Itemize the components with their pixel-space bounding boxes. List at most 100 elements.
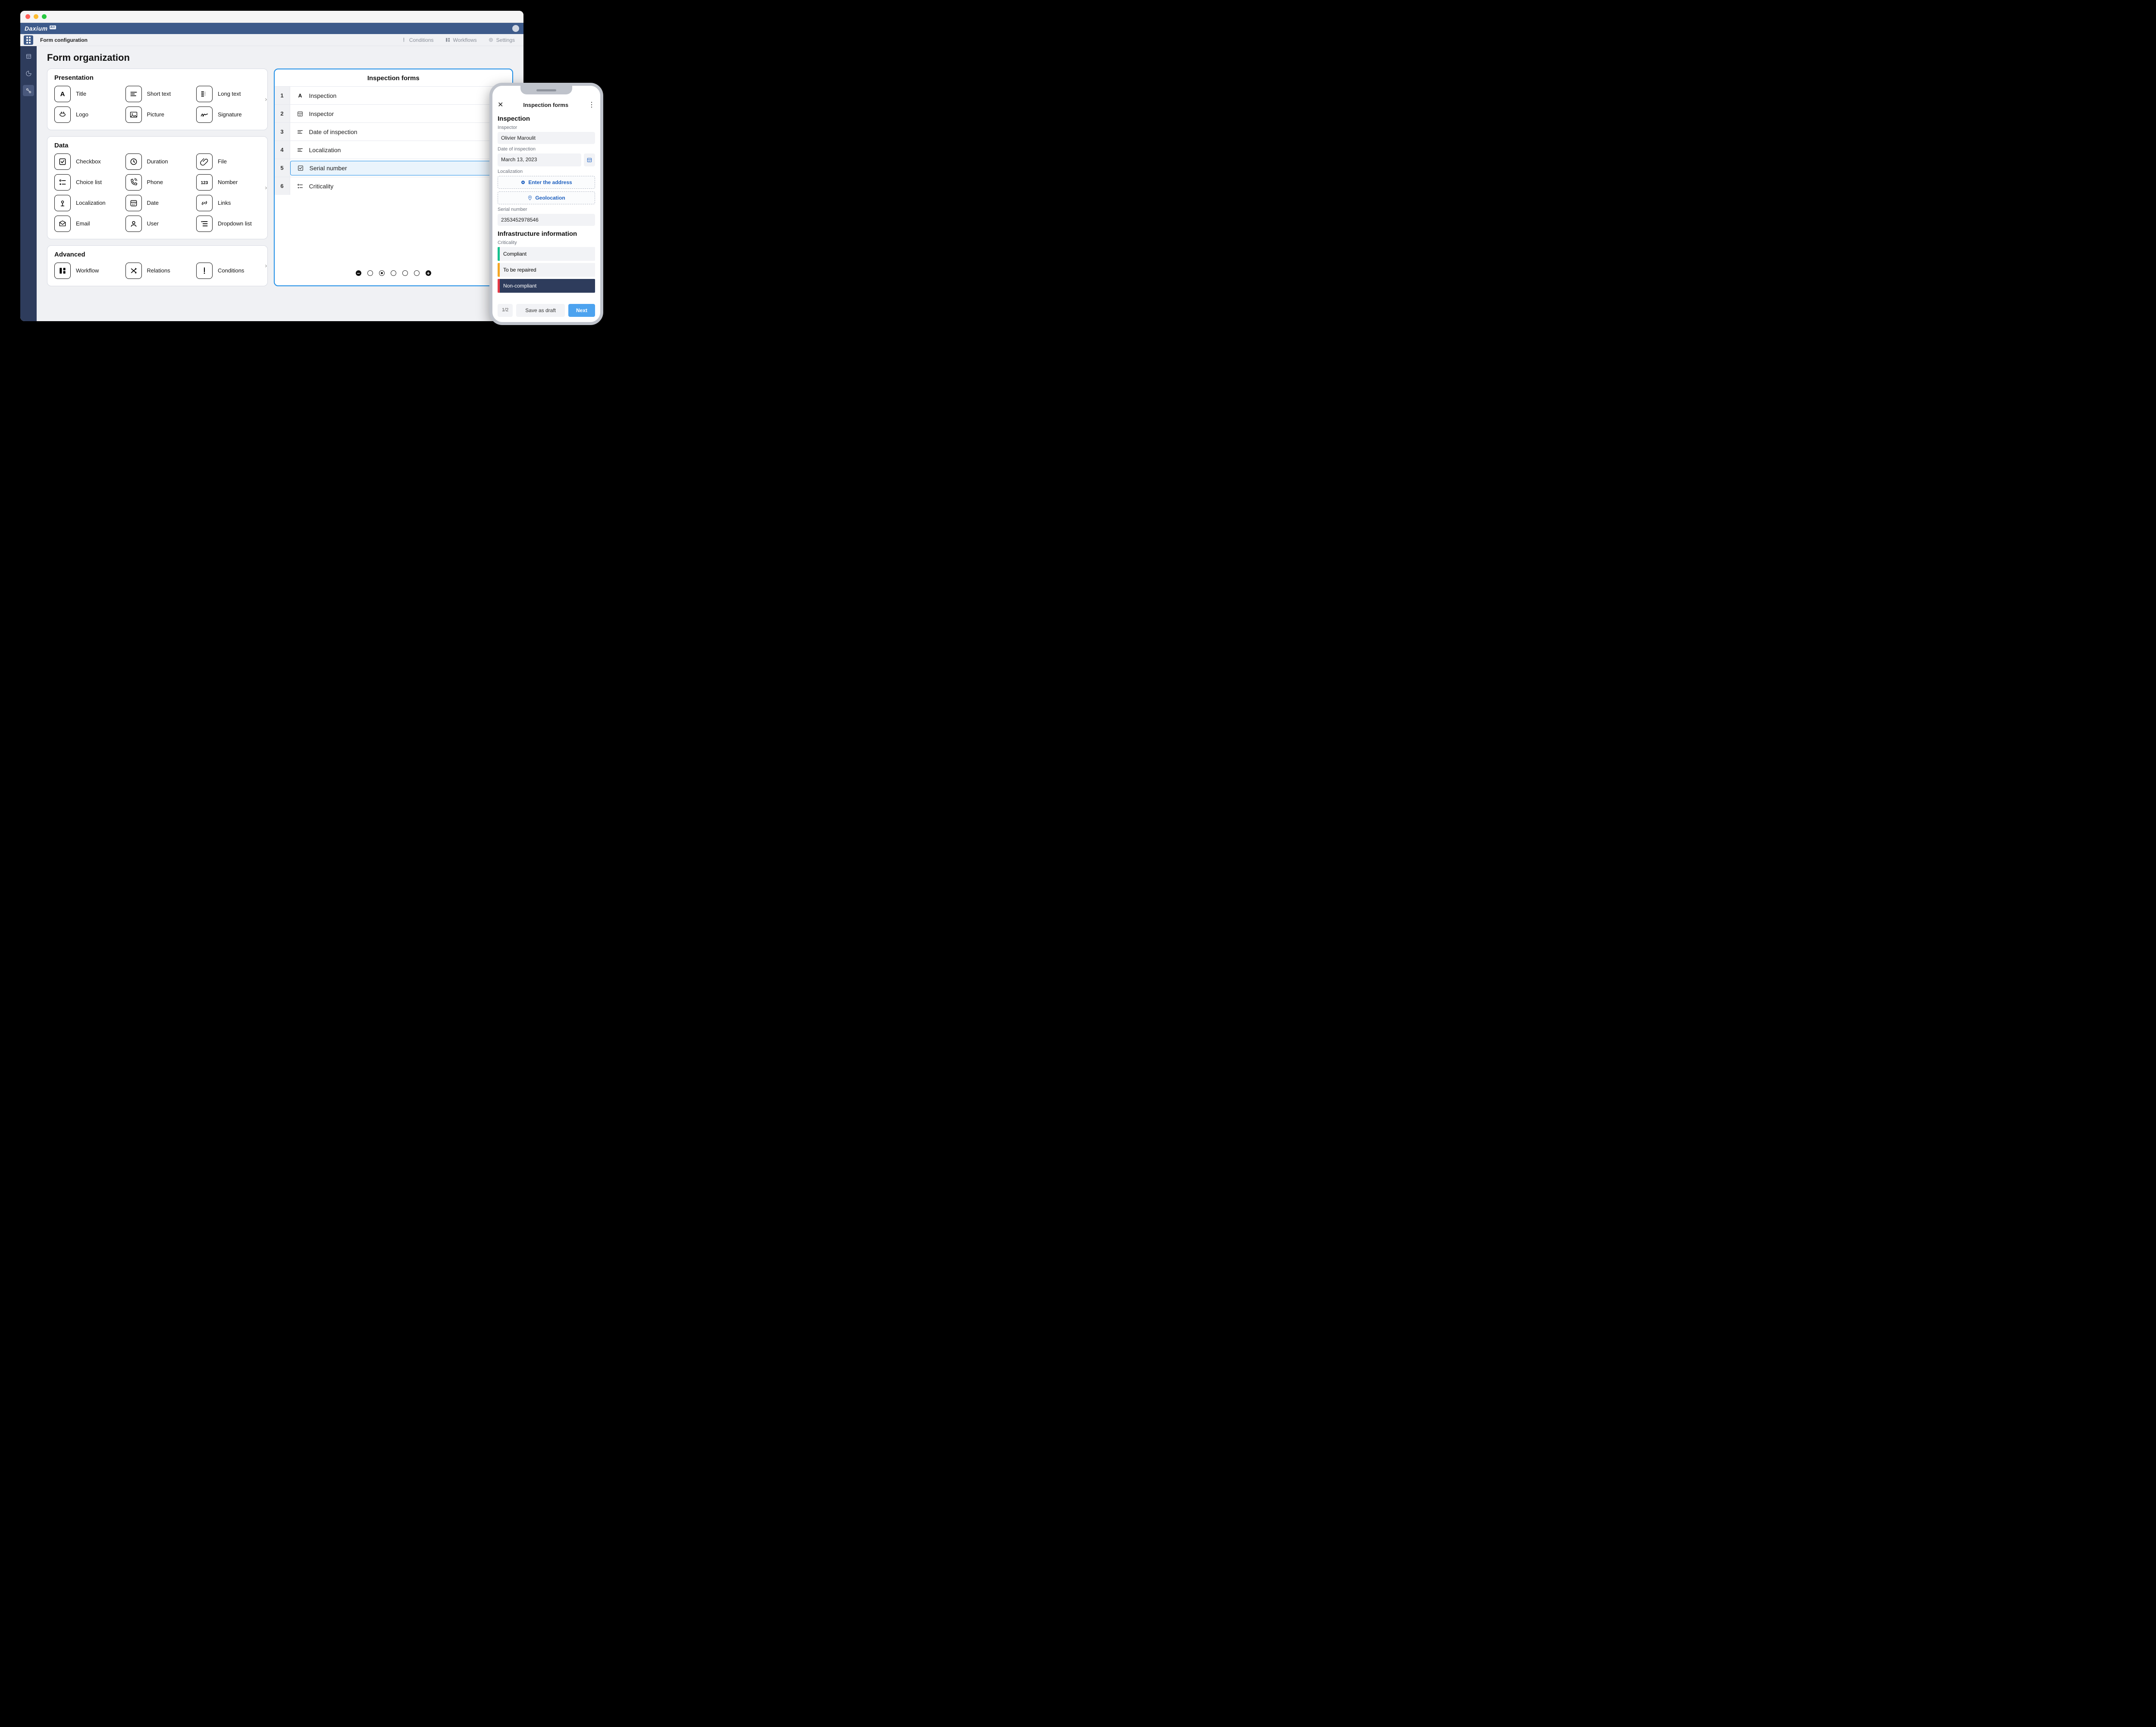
phone-notch <box>520 86 572 94</box>
input-serial[interactable]: 2353452978546 <box>498 214 595 226</box>
mail-icon <box>54 216 71 232</box>
field-logo[interactable]: Logo <box>54 106 119 123</box>
brand-name: Daxium <box>25 25 48 32</box>
save-draft-button[interactable]: Save as draft <box>516 304 565 317</box>
field-checkbox[interactable]: Checkbox <box>54 153 119 170</box>
A-icon <box>54 86 71 102</box>
label-criticality: Criticality <box>498 240 595 245</box>
field-file[interactable]: File <box>196 153 260 170</box>
form-row[interactable]: 6Criticality <box>275 177 512 195</box>
form-row[interactable]: 4Localization <box>275 141 512 159</box>
window-maximize[interactable] <box>42 14 47 19</box>
field-email[interactable]: Email <box>54 216 119 232</box>
field-localization[interactable]: Localization <box>54 195 119 211</box>
clip-icon <box>196 153 213 170</box>
page-dot[interactable] <box>414 270 420 276</box>
field-user[interactable]: User <box>125 216 190 232</box>
form-row[interactable]: 3Date of inspection <box>275 122 512 141</box>
field-phone[interactable]: Phone <box>125 174 190 191</box>
field-nomber[interactable]: Nomber <box>196 174 260 191</box>
window-close[interactable] <box>25 14 30 19</box>
page-dot[interactable] <box>391 270 396 276</box>
short-icon <box>296 128 304 136</box>
label-inspector: Inspector <box>498 125 595 130</box>
card-data: Data CheckboxDurationFileChoice listPhon… <box>47 136 268 239</box>
enter-address-button[interactable]: Enter the address <box>498 176 595 189</box>
field-date[interactable]: Date <box>125 195 190 211</box>
rail-forms[interactable] <box>23 85 34 96</box>
link-icon <box>196 195 213 211</box>
page-dot-current[interactable] <box>379 270 385 276</box>
toolbar-settings[interactable]: Settings <box>488 37 515 43</box>
input-date[interactable]: March 13, 2023 <box>498 153 581 166</box>
toolbar-workflows[interactable]: Workflows <box>445 37 477 43</box>
titlebar <box>20 11 523 23</box>
clock-icon <box>125 153 142 170</box>
input-inspector[interactable]: Olivier Maroulit <box>498 132 595 144</box>
page-dot[interactable] <box>402 270 408 276</box>
card-presentation: Presentation Title Short text Long text Log… <box>47 69 268 130</box>
add-page-button[interactable]: + <box>426 270 431 276</box>
user-avatar[interactable] <box>512 25 519 32</box>
pin-icon <box>54 195 71 211</box>
rail-analytics[interactable] <box>23 68 34 79</box>
form-preview-panel: Inspection forms 1Inspection2Inspector3D… <box>274 69 513 286</box>
field-title[interactable]: Title <box>54 86 119 102</box>
field-relations[interactable]: Relations <box>125 263 190 279</box>
date-icon <box>125 195 142 211</box>
date-icon <box>296 110 304 118</box>
criticality-noncomp[interactable]: Non-compliant <box>498 279 595 293</box>
toolbar-title: Form configuration <box>40 37 88 43</box>
field-long-text[interactable]: Long text <box>196 86 260 102</box>
field-duration[interactable]: Duration <box>125 153 190 170</box>
field-picture[interactable]: Picture <box>125 106 190 123</box>
label-serial: Serial number <box>498 207 595 212</box>
geolocation-button[interactable]: Geolocation <box>498 191 595 204</box>
apps-grid-icon[interactable] <box>24 35 33 45</box>
brand-bar: Daxium Air <box>20 23 523 34</box>
check-icon <box>297 164 304 172</box>
form-row[interactable]: 5Serial number <box>275 159 512 177</box>
field-links[interactable]: Links <box>196 195 260 211</box>
dd-icon <box>196 216 213 232</box>
num-icon <box>196 174 213 191</box>
next-button[interactable]: Next <box>568 304 595 317</box>
form-row[interactable]: 2Inspector <box>275 104 512 122</box>
card-advanced: Advanced WorkflowRelationsConditions <box>47 245 268 286</box>
calendar-icon[interactable] <box>584 153 595 166</box>
phone-icon <box>125 174 142 191</box>
section-inspection: Inspection <box>498 115 595 122</box>
short-icon <box>125 86 142 102</box>
toolbar-conditions[interactable]: Conditions <box>401 37 434 43</box>
chevron-right-icon[interactable] <box>264 263 271 269</box>
long-icon <box>196 86 213 102</box>
user-icon <box>125 216 142 232</box>
page-dot[interactable] <box>367 270 373 276</box>
sig-icon <box>196 106 213 123</box>
check-icon <box>54 153 71 170</box>
rail-calendar[interactable] <box>23 50 34 62</box>
window-minimize[interactable] <box>34 14 38 19</box>
field-conditions[interactable]: Conditions <box>196 263 260 279</box>
criticality-repair[interactable]: To be repaired <box>498 263 595 277</box>
chevron-right-icon[interactable] <box>264 185 271 191</box>
field-workflow[interactable]: Workflow <box>54 263 119 279</box>
field-dropdown-list[interactable]: Dropdown list <box>196 216 260 232</box>
phone-mockup: ✕ Inspection forms ⋮ Inspection Inspecto… <box>489 83 603 325</box>
card-presentation-title: Presentation <box>54 74 260 81</box>
kebab-menu-icon[interactable]: ⋮ <box>588 100 595 109</box>
chevron-right-icon[interactable] <box>264 96 271 103</box>
field-choice-list[interactable]: Choice list <box>54 174 119 191</box>
remove-page-button[interactable]: − <box>356 270 361 276</box>
form-row[interactable]: 1Inspection <box>275 86 512 104</box>
label-date: Date of inspection <box>498 147 595 152</box>
toolbar: Form configuration Conditions Workflows … <box>20 34 523 46</box>
page-title: Form organization <box>47 52 513 63</box>
phone-title: Inspection forms <box>523 102 568 108</box>
criticality-compliant[interactable]: Compliant <box>498 247 595 261</box>
field-signature[interactable]: Signature <box>196 106 260 123</box>
logo-icon <box>54 106 71 123</box>
pic-icon <box>125 106 142 123</box>
close-icon[interactable]: ✕ <box>498 100 503 109</box>
field-short-text[interactable]: Short text <box>125 86 190 102</box>
